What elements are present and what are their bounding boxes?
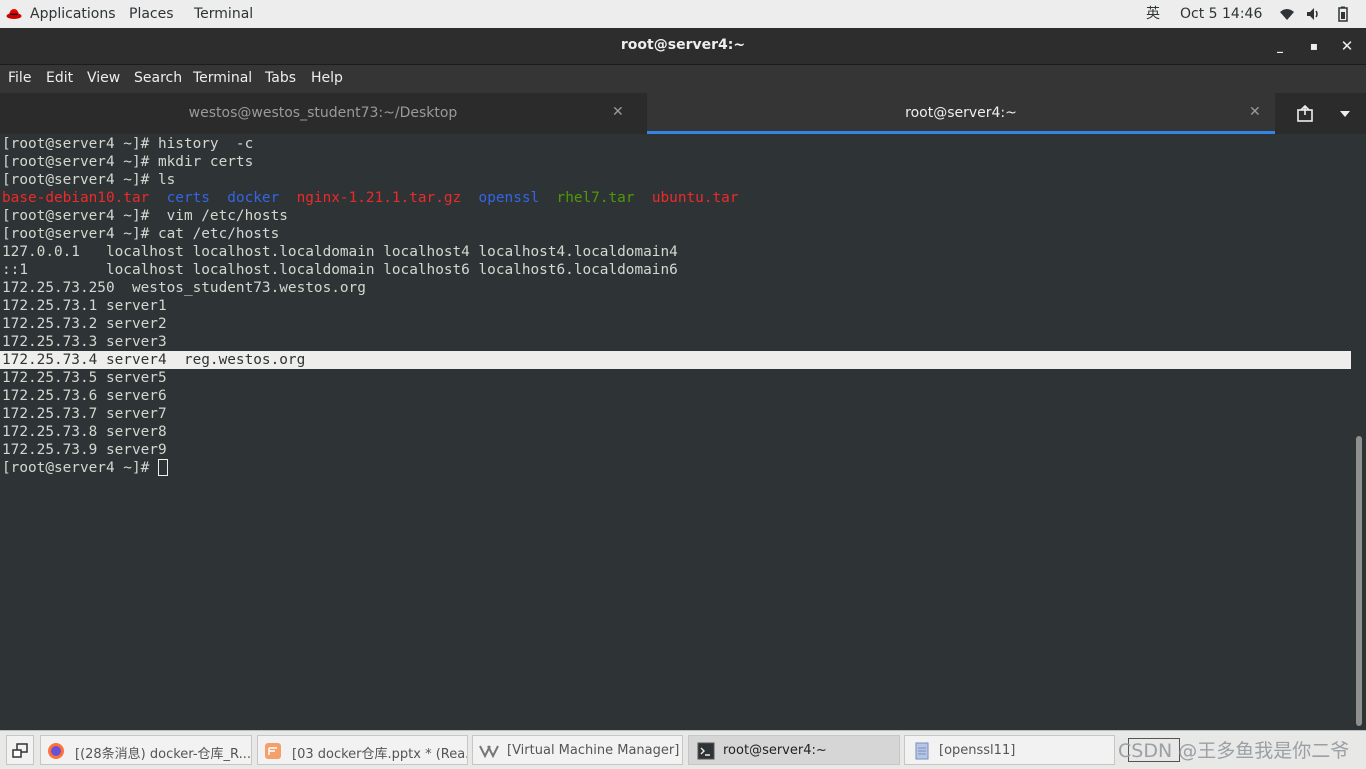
taskbar-item-firefox[interactable]: [(28条消息) docker-仓库_R... xyxy=(40,735,252,765)
wifi-icon[interactable] xyxy=(1279,6,1295,22)
terminal-line: 127.0.0.1 localhost localhost.localdomai… xyxy=(2,244,678,260)
top-panel: Applications Places Terminal 英 Oct 5 14:… xyxy=(0,0,1366,28)
clock[interactable]: Oct 5 14:46 xyxy=(1180,5,1262,23)
ls-entry-file: base-debian10.tar xyxy=(2,190,150,206)
menu-file[interactable]: File xyxy=(8,70,31,86)
scrollbar-thumb[interactable] xyxy=(1356,436,1362,726)
taskbar-item-label: [(28条消息) docker-仓库_R... xyxy=(75,747,251,762)
menu-terminal[interactable]: Terminal xyxy=(193,70,252,86)
input-method-indicator[interactable]: 英 xyxy=(1146,5,1160,23)
terminal-line: 172.25.73.9 server9 xyxy=(2,442,167,458)
ls-entry-dir: certs xyxy=(166,190,210,206)
terminal-line: [root@server4 ~]# mkdir certs xyxy=(2,154,254,170)
terminal-line-selected: 172.25.73.4 server4 reg.westos.org xyxy=(2,352,306,368)
menu-help[interactable]: Help xyxy=(311,70,343,86)
terminal-app-menu[interactable]: Terminal xyxy=(194,5,253,23)
taskbar-item-presentation[interactable]: [03 docker仓库.pptx * (Rea... xyxy=(257,735,468,765)
taskbar-item-label: [openssl11] xyxy=(939,743,1016,758)
terminal-line: 172.25.73.3 server3 xyxy=(2,334,167,350)
terminal-line: 172.25.73.8 server8 xyxy=(2,424,167,440)
terminal-line: 172.25.73.1 server1 xyxy=(2,298,167,314)
battery-icon[interactable] xyxy=(1335,6,1351,22)
ls-entry-dir: openssl xyxy=(478,190,540,206)
terminal-line: 172.25.73.2 server2 xyxy=(2,316,167,332)
prompt: [root@server4 ~]# xyxy=(2,460,158,476)
terminal-line: [root@server4 ~]# cat /etc/hosts xyxy=(2,226,280,242)
terminal-line: 172.25.73.5 server5 xyxy=(2,370,167,386)
show-desktop-button[interactable] xyxy=(6,735,34,765)
menu-view[interactable]: View xyxy=(87,70,120,86)
terminal-line: 172.25.73.250 westos_student73.westos.or… xyxy=(2,280,366,296)
file-manager-icon xyxy=(915,742,929,760)
terminal-line: [root@server4 ~]# ls xyxy=(2,172,176,188)
firefox-icon xyxy=(48,743,64,759)
new-tab-icon[interactable] xyxy=(1296,105,1314,123)
menu-tabs[interactable]: Tabs xyxy=(265,70,296,86)
tab-label: westos@westos_student73:~/Desktop xyxy=(188,105,458,121)
show-desktop-icon xyxy=(12,743,28,758)
terminal-icon xyxy=(697,742,715,760)
taskbar-item-terminal[interactable]: root@server4:~ xyxy=(688,735,900,765)
window-titlebar[interactable]: root@server4:~ _ ▪ ✕ xyxy=(0,28,1366,65)
cursor xyxy=(157,459,168,476)
volume-icon[interactable] xyxy=(1305,6,1321,22)
presentation-icon xyxy=(265,743,281,759)
ls-output-line: base-debian10.tar certs docker nginx-1.2… xyxy=(2,189,738,207)
close-icon[interactable]: ✕ xyxy=(1337,36,1357,56)
redhat-logo-icon xyxy=(6,9,22,19)
places-menu[interactable]: Places xyxy=(129,5,174,23)
ls-entry-dir: docker xyxy=(227,190,280,206)
tab-label: root@server4:~ xyxy=(905,105,1017,121)
tabs-dropdown-icon[interactable] xyxy=(1338,109,1352,119)
tab-root-server4[interactable]: root@server4:~ ✕ xyxy=(647,93,1275,134)
terminal-line: [root@server4 ~]# vim /etc/hosts xyxy=(2,208,288,224)
tab-close-icon[interactable]: ✕ xyxy=(612,104,624,120)
watermark: CSDN @王多鱼我是你二爷 xyxy=(1118,740,1350,762)
terminal-line: ::1 localhost localhost.localdomain loca… xyxy=(2,262,678,278)
terminal-prompt-line: [root@server4 ~]# xyxy=(2,459,168,477)
applications-menu[interactable]: Applications xyxy=(30,5,116,23)
taskbar-item-file-manager[interactable]: [openssl11] xyxy=(904,735,1115,765)
window-title: root@server4:~ xyxy=(620,37,746,53)
ls-entry-file: ubuntu.tar xyxy=(651,190,739,206)
menu-edit[interactable]: Edit xyxy=(46,70,73,86)
taskbar-item-label: [03 docker仓库.pptx * (Rea... xyxy=(292,747,468,762)
taskbar-item-virt-manager[interactable]: [Virtual Machine Manager] xyxy=(472,735,683,765)
ls-entry-file: nginx-1.21.1.tar.gz xyxy=(296,190,462,206)
terminal-view[interactable]: [root@server4 ~]# history -c [root@serve… xyxy=(0,134,1352,730)
minimize-icon[interactable]: _ xyxy=(1270,36,1290,56)
taskbar-item-label: [Virtual Machine Manager] xyxy=(507,743,680,758)
tab-bar: westos@westos_student73:~/Desktop ✕ root… xyxy=(0,93,1366,135)
menu-search[interactable]: Search xyxy=(134,70,182,86)
terminal-line: [root@server4 ~]# history -c xyxy=(2,136,254,152)
tab-westos-desktop[interactable]: westos@westos_student73:~/Desktop ✕ xyxy=(0,93,646,134)
ls-entry-file: rhel7.tar xyxy=(556,190,635,206)
virt-manager-icon xyxy=(479,745,499,759)
menubar: File Edit View Search Terminal Tabs Help xyxy=(0,65,1366,93)
tab-close-icon[interactable]: ✕ xyxy=(1249,104,1261,120)
terminal-line: 172.25.73.6 server6 xyxy=(2,388,167,404)
taskbar-item-label: root@server4:~ xyxy=(723,743,827,758)
maximize-icon[interactable]: ▪ xyxy=(1304,36,1324,56)
terminal-line: 172.25.73.7 server7 xyxy=(2,406,167,422)
